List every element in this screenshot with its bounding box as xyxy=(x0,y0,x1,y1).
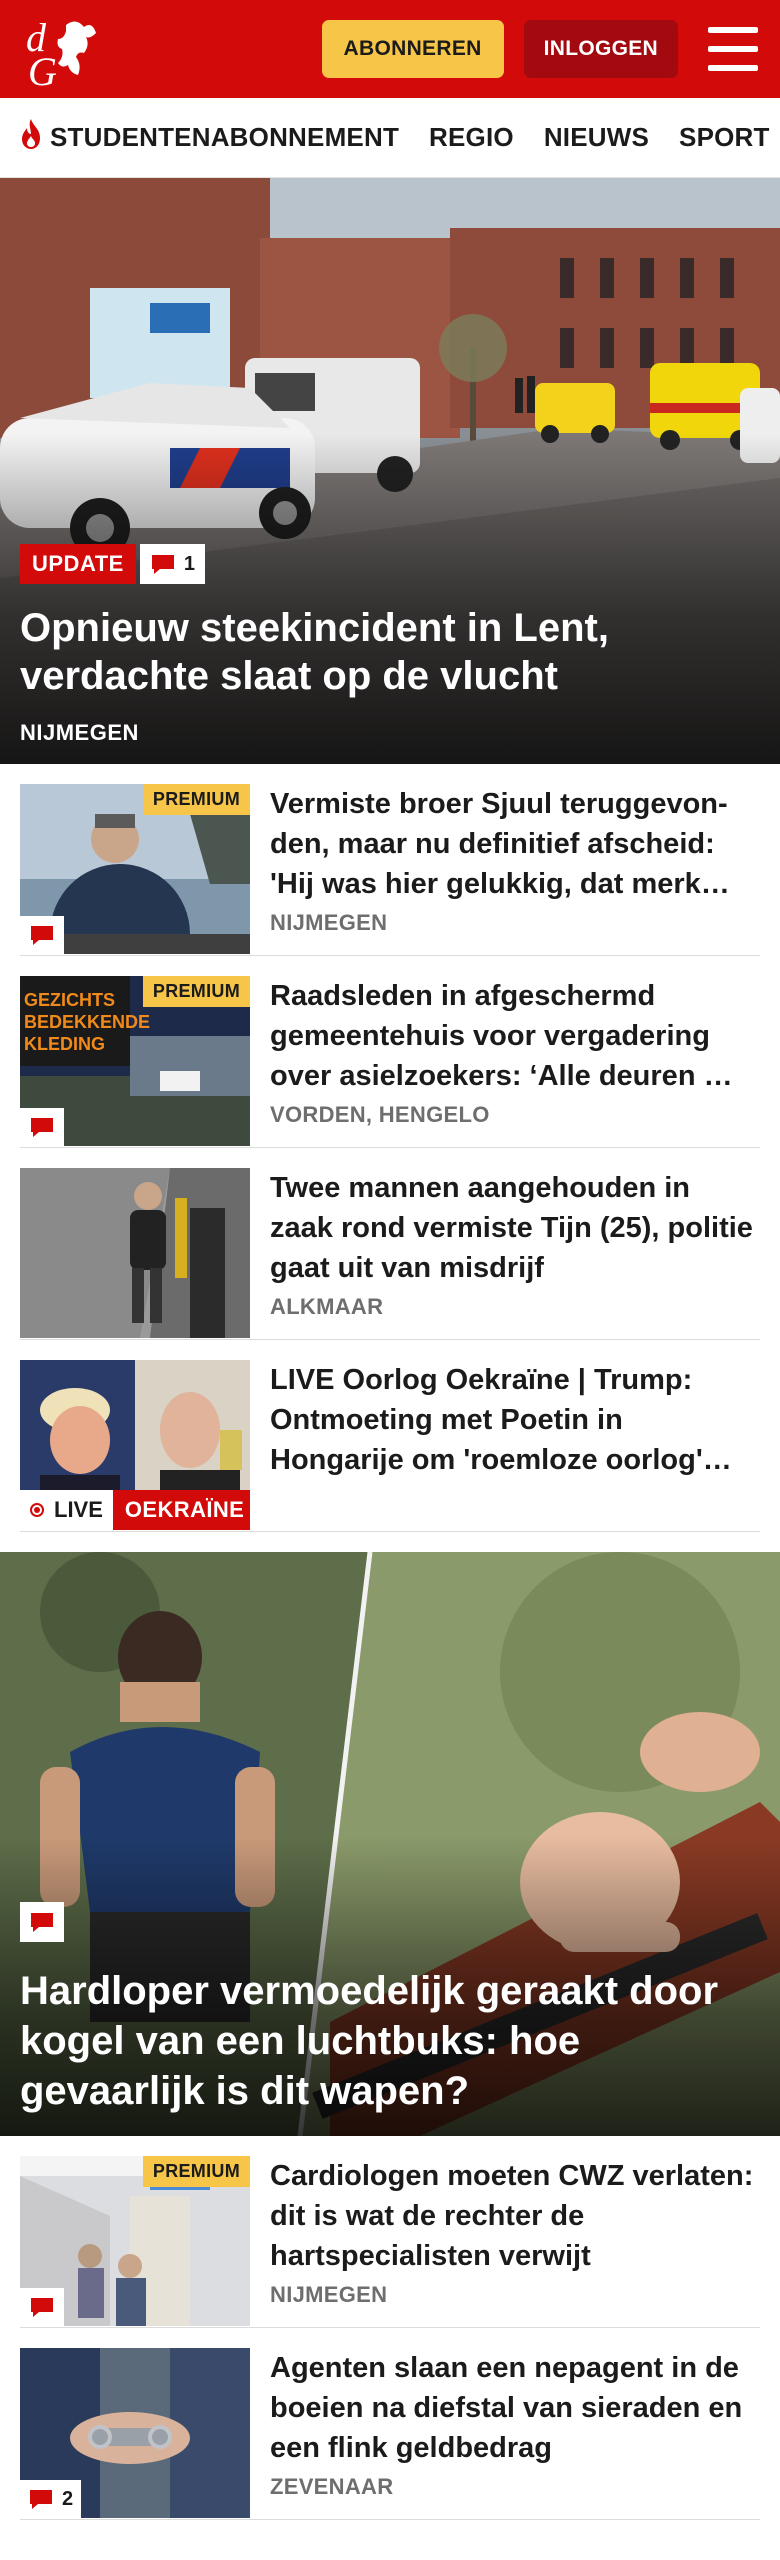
article-thumbnail xyxy=(20,1168,250,1338)
list-item[interactable]: LIVE OEKRAÏNE LIVE Oorlog Oekraïne | Tru… xyxy=(20,1340,760,1532)
feature-title[interactable]: Hardloper vermoedelijk geraakt door koge… xyxy=(20,1966,760,2116)
nav-item-regio[interactable]: REGIO xyxy=(429,122,514,153)
comment-count: 1 xyxy=(183,552,195,575)
hero-location: NIJMEGEN xyxy=(20,720,139,745)
comment-count: 2 xyxy=(62,2487,74,2510)
sign-line-2: BEDEKKENDE xyxy=(24,1012,150,1032)
premium-badge: PREMIUM xyxy=(142,976,250,1007)
nav-item-sport[interactable]: SPORT xyxy=(679,122,770,153)
article-list-2: PREMIUM Cardiologen moeten CWZ verlaten:… xyxy=(0,2136,780,2520)
nav-item-nieuws[interactable]: NIEUWS xyxy=(544,122,649,153)
hero-article[interactable]: UPDATE 1 Opnieuw steekincident in Lent, … xyxy=(0,178,780,764)
article-title[interactable]: Twee mannen aangehouden in zaak rond ver… xyxy=(270,1168,760,1288)
sign-line-3: KLEDING xyxy=(24,1034,105,1054)
comment-badge xyxy=(20,1108,64,1146)
article-thumbnail: LIVE OEKRAÏNE xyxy=(20,1360,250,1530)
article-location: NIJMEGEN xyxy=(270,910,388,935)
site-header: d G ABONNEREN INLOGGEN xyxy=(0,0,780,98)
comment-badge xyxy=(20,1902,64,1942)
comment-badge xyxy=(20,916,64,954)
sign-line-1: GEZICHTS xyxy=(24,990,115,1010)
comment-icon xyxy=(151,555,174,574)
svg-text:G: G xyxy=(28,49,57,87)
comment-count-badge: 1 xyxy=(139,544,205,584)
article-thumbnail: GEZICHTS BEDEKKENDE KLEDING PREMIUM xyxy=(20,976,250,1146)
list-item[interactable]: Twee mannen aangehouden in zaak rond ver… xyxy=(20,1148,760,1340)
subscribe-button[interactable]: ABONNEREN xyxy=(321,20,504,78)
article-location: ALKMAAR xyxy=(270,1294,384,1319)
premium-badge: PREMIUM xyxy=(142,2156,250,2187)
article-title[interactable]: Cardiologen moeten CWZ verlaten: dit is … xyxy=(270,2156,760,2276)
comment-badge: 2 xyxy=(20,2480,82,2518)
article-location: NIJMEGEN xyxy=(270,2282,388,2307)
site-logo[interactable]: d G xyxy=(22,9,122,89)
article-thumbnail: PREMIUM xyxy=(20,2156,250,2326)
premium-badge: PREMIUM xyxy=(142,784,250,815)
list-item[interactable]: PREMIUM Vermiste broer Sjuul teruggevon-… xyxy=(20,764,760,956)
comment-icon xyxy=(31,926,53,945)
comment-icon xyxy=(31,1118,53,1137)
hero-title[interactable]: Opnieuw steekincident in Lent, verdachte… xyxy=(20,604,760,700)
hamburger-icon[interactable] xyxy=(708,27,758,71)
article-thumbnail: 2 xyxy=(20,2348,250,2518)
topic-tag[interactable]: OEKRAÏNE xyxy=(112,1490,250,1530)
live-badge: LIVE xyxy=(20,1490,113,1530)
nav-label: STUDENTENABONNEMENT xyxy=(50,122,400,152)
article-title[interactable]: Raadsleden in afgeschermd gemeentehuis v… xyxy=(270,976,760,1096)
update-badge: UPDATE xyxy=(20,544,136,584)
live-dot-icon xyxy=(30,1503,44,1517)
article-title[interactable]: LIVE Oorlog Oekraïne | Trump: Ontmoeting… xyxy=(270,1360,760,1480)
feature-article[interactable]: Hardloper vermoedelijk geraakt door koge… xyxy=(0,1552,780,2136)
article-location: ZEVENAAR xyxy=(270,2474,394,2499)
list-item[interactable]: GEZICHTS BEDEKKENDE KLEDING PREMIUM Raad… xyxy=(20,956,760,1148)
article-title[interactable]: Vermiste broer Sjuul teruggevon-den, maa… xyxy=(270,784,760,904)
article-title[interactable]: Agenten slaan een nepagent in de boeien … xyxy=(270,2348,760,2468)
comment-icon xyxy=(30,2490,52,2509)
flame-icon xyxy=(18,118,44,157)
login-button[interactable]: INLOGGEN xyxy=(523,20,678,78)
comment-icon xyxy=(31,1913,53,1932)
section-nav: STUDENTENABONNEMENT REGIO NIEUWS SPORT K xyxy=(0,98,780,178)
article-location: VORDEN, HENGELO xyxy=(270,1102,490,1127)
article-list: PREMIUM Vermiste broer Sjuul teruggevon-… xyxy=(0,764,780,1532)
article-thumbnail: PREMIUM xyxy=(20,784,250,954)
comment-icon xyxy=(31,2298,53,2317)
list-item[interactable]: 2 Agenten slaan een nepagent in de boeie… xyxy=(20,2328,760,2520)
nav-item-studentenabonnement[interactable]: STUDENTENABONNEMENT xyxy=(18,118,399,157)
comment-badge xyxy=(20,2288,64,2326)
list-item[interactable]: PREMIUM Cardiologen moeten CWZ verlaten:… xyxy=(20,2136,760,2328)
